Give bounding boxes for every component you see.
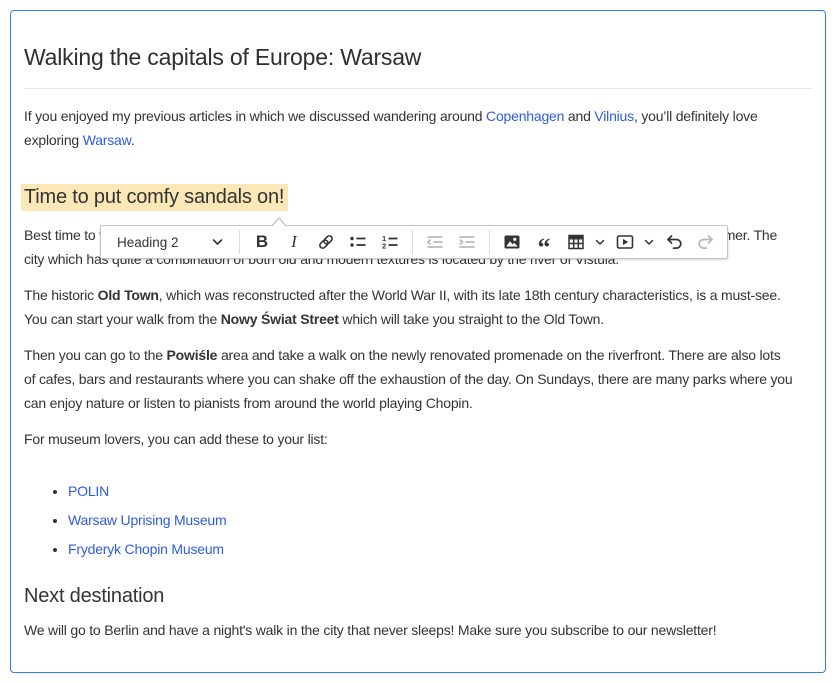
museum-list: POLIN Warsaw Uprising Museum Fryderyk Ch… xyxy=(24,477,812,564)
bulleted-list-button[interactable] xyxy=(343,228,373,256)
next-destination-paragraph: We will go to Berlin and have a night's … xyxy=(24,618,812,642)
toolbar-separator xyxy=(412,230,413,254)
balloon-toolbar: Heading 2 B I xyxy=(100,225,728,259)
bulleted-list-icon xyxy=(348,232,368,252)
text-run: which will take you straight to the Old … xyxy=(339,311,604,327)
powisle-paragraph: Then you can go to the Powiśle area and … xyxy=(24,343,812,415)
bold-text-run: Powiśle xyxy=(167,347,218,363)
text-run: . xyxy=(131,132,135,148)
text-run: The historic xyxy=(24,287,98,303)
text-run: For museum lovers, you can add these to … xyxy=(24,431,328,447)
chevron-down-icon xyxy=(212,233,223,251)
outdent-button[interactable] xyxy=(420,228,450,256)
numbered-list-button[interactable]: 1 2 xyxy=(375,228,405,256)
numbered-list-icon: 1 2 xyxy=(380,232,400,252)
heading-dropdown-label: Heading 2 xyxy=(117,235,179,250)
section-heading-destination: Next destination xyxy=(24,582,812,610)
list-item: POLIN xyxy=(68,477,812,506)
insert-media-button[interactable] xyxy=(610,228,640,256)
text-run: You can start your walk from the xyxy=(24,311,221,327)
undo-icon xyxy=(664,232,684,252)
insert-image-button[interactable] xyxy=(497,228,527,256)
museum-link-chopin[interactable]: Fryderyk Chopin Museum xyxy=(68,541,224,557)
indent-icon xyxy=(457,232,477,252)
bold-text-run: Nowy Świat Street xyxy=(221,311,339,327)
balloon-arrow-fill xyxy=(272,219,286,227)
bold-icon: B xyxy=(256,232,268,252)
section-heading-sandals: Time to put comfy sandals on! xyxy=(24,183,812,211)
document-content: Walking the capitals of Europe: Warsaw I… xyxy=(11,42,825,642)
insert-table-button[interactable] xyxy=(561,228,591,256)
block-quote-icon: “ xyxy=(538,243,551,253)
heading-dropdown[interactable]: Heading 2 xyxy=(105,228,233,256)
text-run: of cafes, bars and restaurants where you… xyxy=(24,371,792,387)
svg-text:2: 2 xyxy=(382,242,386,251)
inline-link[interactable]: Copenhagen xyxy=(486,108,564,124)
text-run: , which was reconstructed after the Worl… xyxy=(159,287,781,303)
old-town-paragraph: The historic Old Town, which was reconst… xyxy=(24,283,812,331)
text-run: area and take a walk on the newly renova… xyxy=(217,347,780,363)
inline-link[interactable]: Warsaw xyxy=(83,132,131,148)
redo-button[interactable] xyxy=(691,228,721,256)
museum-link-uprising[interactable]: Warsaw Uprising Museum xyxy=(68,512,226,528)
indent-button[interactable] xyxy=(452,228,482,256)
table-icon xyxy=(566,232,586,252)
link-icon xyxy=(316,232,336,252)
rich-text-editor-editable[interactable]: Walking the capitals of Europe: Warsaw I… xyxy=(10,10,826,673)
outdent-icon xyxy=(425,232,445,252)
table-dropdown-chevron[interactable] xyxy=(592,228,607,256)
media-icon xyxy=(615,232,635,252)
inline-link[interactable]: Vilnius xyxy=(594,108,634,124)
italic-icon: I xyxy=(291,232,297,252)
museums-intro-paragraph: For museum lovers, you can add these to … xyxy=(24,427,812,451)
text-run: If you enjoyed my previous articles in w… xyxy=(24,108,486,124)
list-item: Fryderyk Chopin Museum xyxy=(68,535,812,564)
block-quote-button[interactable]: “ xyxy=(529,228,559,256)
media-dropdown-chevron[interactable] xyxy=(641,228,656,256)
image-icon xyxy=(502,232,522,252)
museum-link-polin[interactable]: POLIN xyxy=(68,483,109,499)
toolbar-separator xyxy=(239,230,240,254)
text-run: , you’ll definitely love xyxy=(634,108,758,124)
bold-button[interactable]: B xyxy=(247,228,277,256)
link-button[interactable] xyxy=(311,228,341,256)
text-run: can enjoy nature or listen to pianists f… xyxy=(24,395,473,411)
editor-canvas: Walking the capitals of Europe: Warsaw I… xyxy=(0,0,836,683)
text-run: Then you can go to the xyxy=(24,347,167,363)
redo-icon xyxy=(696,232,716,252)
intro-paragraph: If you enjoyed my previous articles in w… xyxy=(24,104,812,152)
bold-text-run: Old Town xyxy=(98,287,159,303)
undo-button[interactable] xyxy=(659,228,689,256)
text-run: exploring xyxy=(24,132,83,148)
list-item: Warsaw Uprising Museum xyxy=(68,506,812,535)
italic-button[interactable]: I xyxy=(279,228,309,256)
document-title: Walking the capitals of Europe: Warsaw xyxy=(24,42,812,89)
highlighted-heading-text: Time to put comfy sandals on! xyxy=(21,184,288,211)
text-run: We will go to Berlin and have a night's … xyxy=(24,622,716,638)
toolbar-separator xyxy=(489,230,490,254)
text-run: and xyxy=(564,108,594,124)
